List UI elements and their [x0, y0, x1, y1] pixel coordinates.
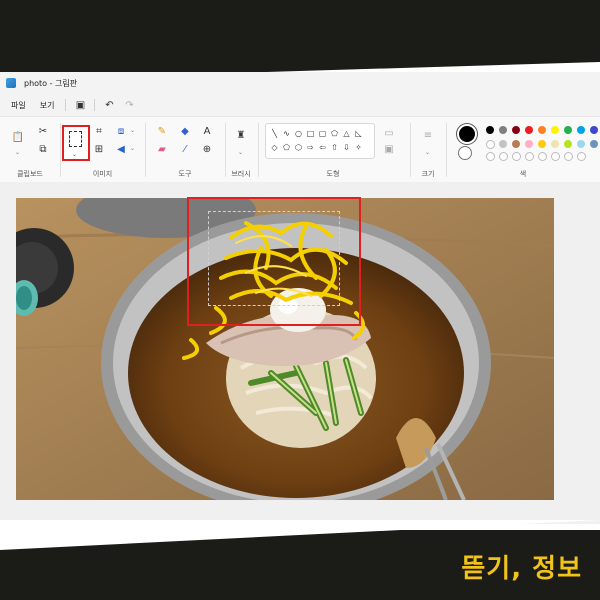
diamond-shape-icon[interactable]: ◇	[270, 143, 279, 152]
size-group: ≡ ⌄ 크기	[410, 117, 446, 183]
magnifier-icon[interactable]: ⊕	[200, 143, 214, 157]
brushes-group: ♜ ⌄ 브러시	[225, 117, 257, 183]
empty-color-slot[interactable]	[551, 152, 560, 161]
menu-separator	[94, 99, 96, 111]
up-arrow-shape-icon[interactable]: ⇧	[330, 143, 339, 152]
color-swatch[interactable]	[512, 140, 520, 148]
menu-bar: 파일 보기 ▣ ↶ ↷	[0, 94, 600, 116]
color-swatch[interactable]	[525, 126, 533, 134]
color-swatch[interactable]	[551, 140, 559, 148]
title-bar: photo - 그림판	[0, 72, 600, 94]
secondary-color-swatch[interactable]	[458, 146, 472, 160]
brush-chevron-icon[interactable]: ⌄	[238, 149, 243, 156]
rotate-icon[interactable]: ◀	[114, 143, 128, 157]
save-icon[interactable]: ▣	[74, 100, 86, 111]
undo-icon[interactable]: ↶	[103, 100, 115, 111]
color-swatch[interactable]	[538, 126, 546, 134]
outline-icon[interactable]: ▭	[382, 127, 396, 141]
rounded-rectangle-shape-icon[interactable]: ▢	[318, 129, 327, 138]
right-triangle-shape-icon[interactable]: ◺	[354, 129, 363, 138]
selection-marquee[interactable]	[208, 211, 340, 306]
shapes-label: 도형	[326, 170, 340, 178]
redo-icon[interactable]: ↷	[123, 100, 135, 111]
colors-label: 색	[519, 170, 527, 178]
oval-shape-icon[interactable]: ○	[294, 129, 303, 138]
rotate-chevron-icon[interactable]: ⌄	[130, 145, 135, 152]
pencil-icon[interactable]: ✎	[155, 125, 169, 139]
clipboard-label: 클립보드	[17, 170, 43, 178]
crop-icon[interactable]: ⌗	[92, 125, 106, 139]
color-swatch[interactable]	[512, 126, 520, 134]
size-label: 크기	[421, 170, 435, 178]
triangle-shape-icon[interactable]: △	[342, 129, 351, 138]
color-swatch[interactable]	[564, 126, 572, 134]
shapes-gallery: ╲ ∿ ○ □ ▢ ⬠ △ ◺ ◇ ⬠ ⬡ ⇨ ⇦ ⇧ ⇩ ✧	[265, 123, 375, 159]
resize-chevron-icon[interactable]: ⌄	[130, 127, 135, 134]
eraser-icon[interactable]: ▰	[155, 143, 169, 157]
empty-color-slot[interactable]	[499, 152, 508, 161]
brush-icon[interactable]: ♜	[234, 129, 248, 143]
select-rect-icon	[69, 131, 82, 147]
paste-chevron-icon[interactable]: ⌄	[15, 149, 20, 156]
pentagon-shape-icon[interactable]: ⬠	[282, 143, 291, 152]
image-label: 이미지	[92, 170, 113, 178]
cut-icon[interactable]: ✂	[36, 125, 50, 139]
color-swatch[interactable]	[590, 126, 598, 134]
brushes-label: 브러시	[231, 170, 251, 178]
fill-style-icon[interactable]: ▣	[382, 143, 396, 157]
menu-file[interactable]: 파일	[8, 98, 29, 113]
left-arrow-shape-icon[interactable]: ⇦	[318, 143, 327, 152]
down-arrow-shape-icon[interactable]: ⇩	[342, 143, 351, 152]
resize-icon[interactable]: ⧈	[114, 125, 128, 139]
polygon-shape-icon[interactable]: ⬠	[330, 129, 339, 138]
image-select-icon[interactable]: ⊞	[92, 143, 106, 157]
tools-label: 도구	[178, 170, 192, 178]
empty-color-slot[interactable]	[486, 152, 495, 161]
text-icon[interactable]: A	[200, 125, 214, 139]
ribbon: 📋 ⌄ ✂ ⧉ 클립보드 이미지 ⌄ ⌗ ⊞ ⧈ ◀ ⌄ ⌄ 도구 ✎ ◆ A …	[0, 116, 600, 184]
menu-view[interactable]: 보기	[37, 98, 58, 113]
select-tool-button[interactable]: ⌄	[62, 125, 90, 161]
color-swatch[interactable]	[577, 126, 585, 134]
color-swatch[interactable]	[538, 140, 546, 148]
clipboard-group: 📋 ⌄ ✂ ⧉ 클립보드	[0, 117, 60, 183]
size-chevron-icon[interactable]: ⌄	[425, 149, 430, 156]
brand-caption: 뜯기, 정보	[461, 554, 582, 584]
right-arrow-shape-icon[interactable]: ⇨	[306, 143, 315, 152]
empty-color-slot[interactable]	[564, 152, 573, 161]
color-swatch[interactable]	[486, 126, 494, 134]
fill-icon[interactable]: ◆	[178, 125, 192, 139]
curve-shape-icon[interactable]: ∿	[282, 129, 291, 138]
color-swatch[interactable]	[486, 140, 495, 149]
stroke-size-icon[interactable]: ≡	[421, 129, 435, 143]
color-swatch[interactable]	[551, 126, 559, 134]
line-shape-icon[interactable]: ╲	[270, 129, 279, 138]
rectangle-shape-icon[interactable]: □	[306, 129, 315, 138]
paint-app-icon	[6, 78, 16, 88]
color-swatch[interactable]	[590, 140, 598, 148]
copy-icon[interactable]: ⧉	[36, 143, 50, 157]
primary-color-swatch[interactable]	[457, 124, 477, 144]
color-swatch[interactable]	[525, 140, 533, 148]
empty-color-slot[interactable]	[577, 152, 586, 161]
four-point-star-shape-icon[interactable]: ✧	[354, 143, 363, 152]
select-chevron-icon: ⌄	[72, 151, 78, 158]
color-swatch[interactable]	[499, 126, 507, 134]
hexagon-shape-icon[interactable]: ⬡	[294, 143, 303, 152]
empty-color-slot[interactable]	[538, 152, 547, 161]
color-swatch[interactable]	[577, 140, 585, 148]
paste-icon[interactable]: 📋	[11, 131, 25, 145]
window-title: photo - 그림판	[24, 78, 78, 88]
empty-color-slot[interactable]	[525, 152, 534, 161]
empty-color-slot[interactable]	[512, 152, 521, 161]
color-picker-icon[interactable]: ⁄	[178, 143, 192, 157]
color-swatch[interactable]	[499, 140, 507, 148]
menu-separator	[65, 99, 67, 111]
color-swatch[interactable]	[564, 140, 572, 148]
